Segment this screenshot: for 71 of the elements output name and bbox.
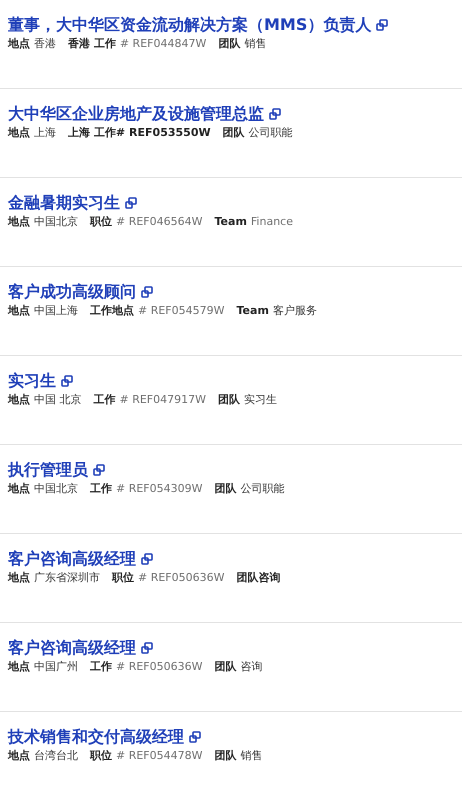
field-value: # REF054478W bbox=[116, 748, 203, 763]
field-value: 上海 bbox=[34, 125, 56, 140]
job-title-link[interactable]: 客户咨询高级经理 bbox=[8, 637, 153, 659]
external-link-icon bbox=[141, 642, 153, 654]
field-label: 地点 bbox=[8, 392, 30, 407]
field-value: # REF044847W bbox=[120, 36, 206, 51]
field-label: 团队 bbox=[218, 36, 240, 51]
field-label: 团队 bbox=[214, 659, 237, 674]
field-value: 公司职能 bbox=[240, 481, 285, 496]
field-value: 台湾台北 bbox=[34, 748, 78, 763]
field-value: # REF054309W bbox=[116, 481, 203, 496]
field-label: 地点 bbox=[8, 125, 30, 140]
field-label: 团队 bbox=[214, 481, 237, 496]
field-value: # REF050636W bbox=[138, 570, 225, 585]
field-value: 中国广州 bbox=[34, 659, 78, 674]
field-value: 咨询 bbox=[240, 659, 263, 674]
field-label: 工作 bbox=[90, 481, 112, 496]
field-value: 公司职能 bbox=[248, 125, 293, 140]
field-label: 工作 bbox=[94, 392, 116, 407]
external-link-icon bbox=[189, 731, 201, 743]
field-label: 工作地点 bbox=[90, 303, 134, 318]
job-title-link[interactable]: 金融暑期实习生 bbox=[8, 192, 137, 214]
field-label: 团队咨询 bbox=[236, 570, 281, 585]
external-link-icon bbox=[141, 553, 153, 565]
external-link-icon bbox=[93, 464, 105, 476]
field-value: # REF054579W bbox=[138, 303, 225, 318]
job-title-link[interactable]: 技术销售和交付高级经理 bbox=[8, 726, 201, 748]
job-title-link[interactable]: 客户咨询高级经理 bbox=[8, 548, 153, 570]
field-value: 中国上海 bbox=[34, 303, 78, 318]
field-value: 中国北京 bbox=[34, 481, 78, 496]
field-label: 团队 bbox=[214, 748, 237, 763]
field-label: 地点 bbox=[8, 214, 30, 229]
field-label: 地点 bbox=[8, 481, 30, 496]
field-value: 中国 北京 bbox=[34, 392, 82, 407]
external-link-icon bbox=[141, 286, 153, 298]
field-label: 上海 工作# bbox=[68, 125, 126, 140]
field-label: 职位 bbox=[90, 214, 112, 229]
field-value: Finance bbox=[250, 214, 293, 229]
field-label: 地点 bbox=[8, 303, 30, 318]
field-value: 广东省深圳市 bbox=[34, 570, 100, 585]
field-value: # REF047917W bbox=[120, 392, 206, 407]
job-title-link[interactable]: 大中华区企业房地产及设施管理总监 bbox=[8, 103, 281, 125]
external-link-icon bbox=[376, 19, 388, 31]
field-value: 中国北京 bbox=[34, 214, 78, 229]
job-title-link[interactable]: 实习生 bbox=[8, 370, 73, 392]
field-label: 地点 bbox=[8, 748, 30, 763]
field-label: 团队 bbox=[222, 125, 245, 140]
field-label: Team bbox=[236, 303, 269, 318]
field-value: REF053550W bbox=[129, 125, 211, 140]
field-label: 职位 bbox=[90, 748, 112, 763]
external-link-icon bbox=[61, 375, 73, 387]
field-label: 团队 bbox=[218, 392, 240, 407]
field-label: 地点 bbox=[8, 36, 30, 51]
field-label: 工作 bbox=[90, 659, 112, 674]
job-title-link[interactable]: 董事，大中华区资金流动解决方案（MMS）负责人 bbox=[8, 14, 388, 36]
field-value: 客户服务 bbox=[272, 303, 317, 318]
field-value: 实习生 bbox=[244, 392, 278, 407]
field-label: 地点 bbox=[8, 659, 30, 674]
field-value: 销售 bbox=[240, 748, 263, 763]
field-value: 香港 bbox=[34, 36, 56, 51]
field-label: 地点 bbox=[8, 570, 30, 585]
external-link-icon bbox=[125, 197, 137, 209]
field-label: Team bbox=[214, 214, 247, 229]
field-value: # REF050636W bbox=[116, 659, 203, 674]
external-link-icon bbox=[269, 108, 281, 120]
field-value: # REF046564W bbox=[116, 214, 203, 229]
field-label: 香港 工作 bbox=[68, 36, 116, 51]
field-value: 销售 bbox=[244, 36, 266, 51]
field-label: 职位 bbox=[112, 570, 134, 585]
job-title-link[interactable]: 执行管理员 bbox=[8, 459, 105, 481]
job-title-link[interactable]: 客户成功高级顾问 bbox=[8, 281, 153, 303]
